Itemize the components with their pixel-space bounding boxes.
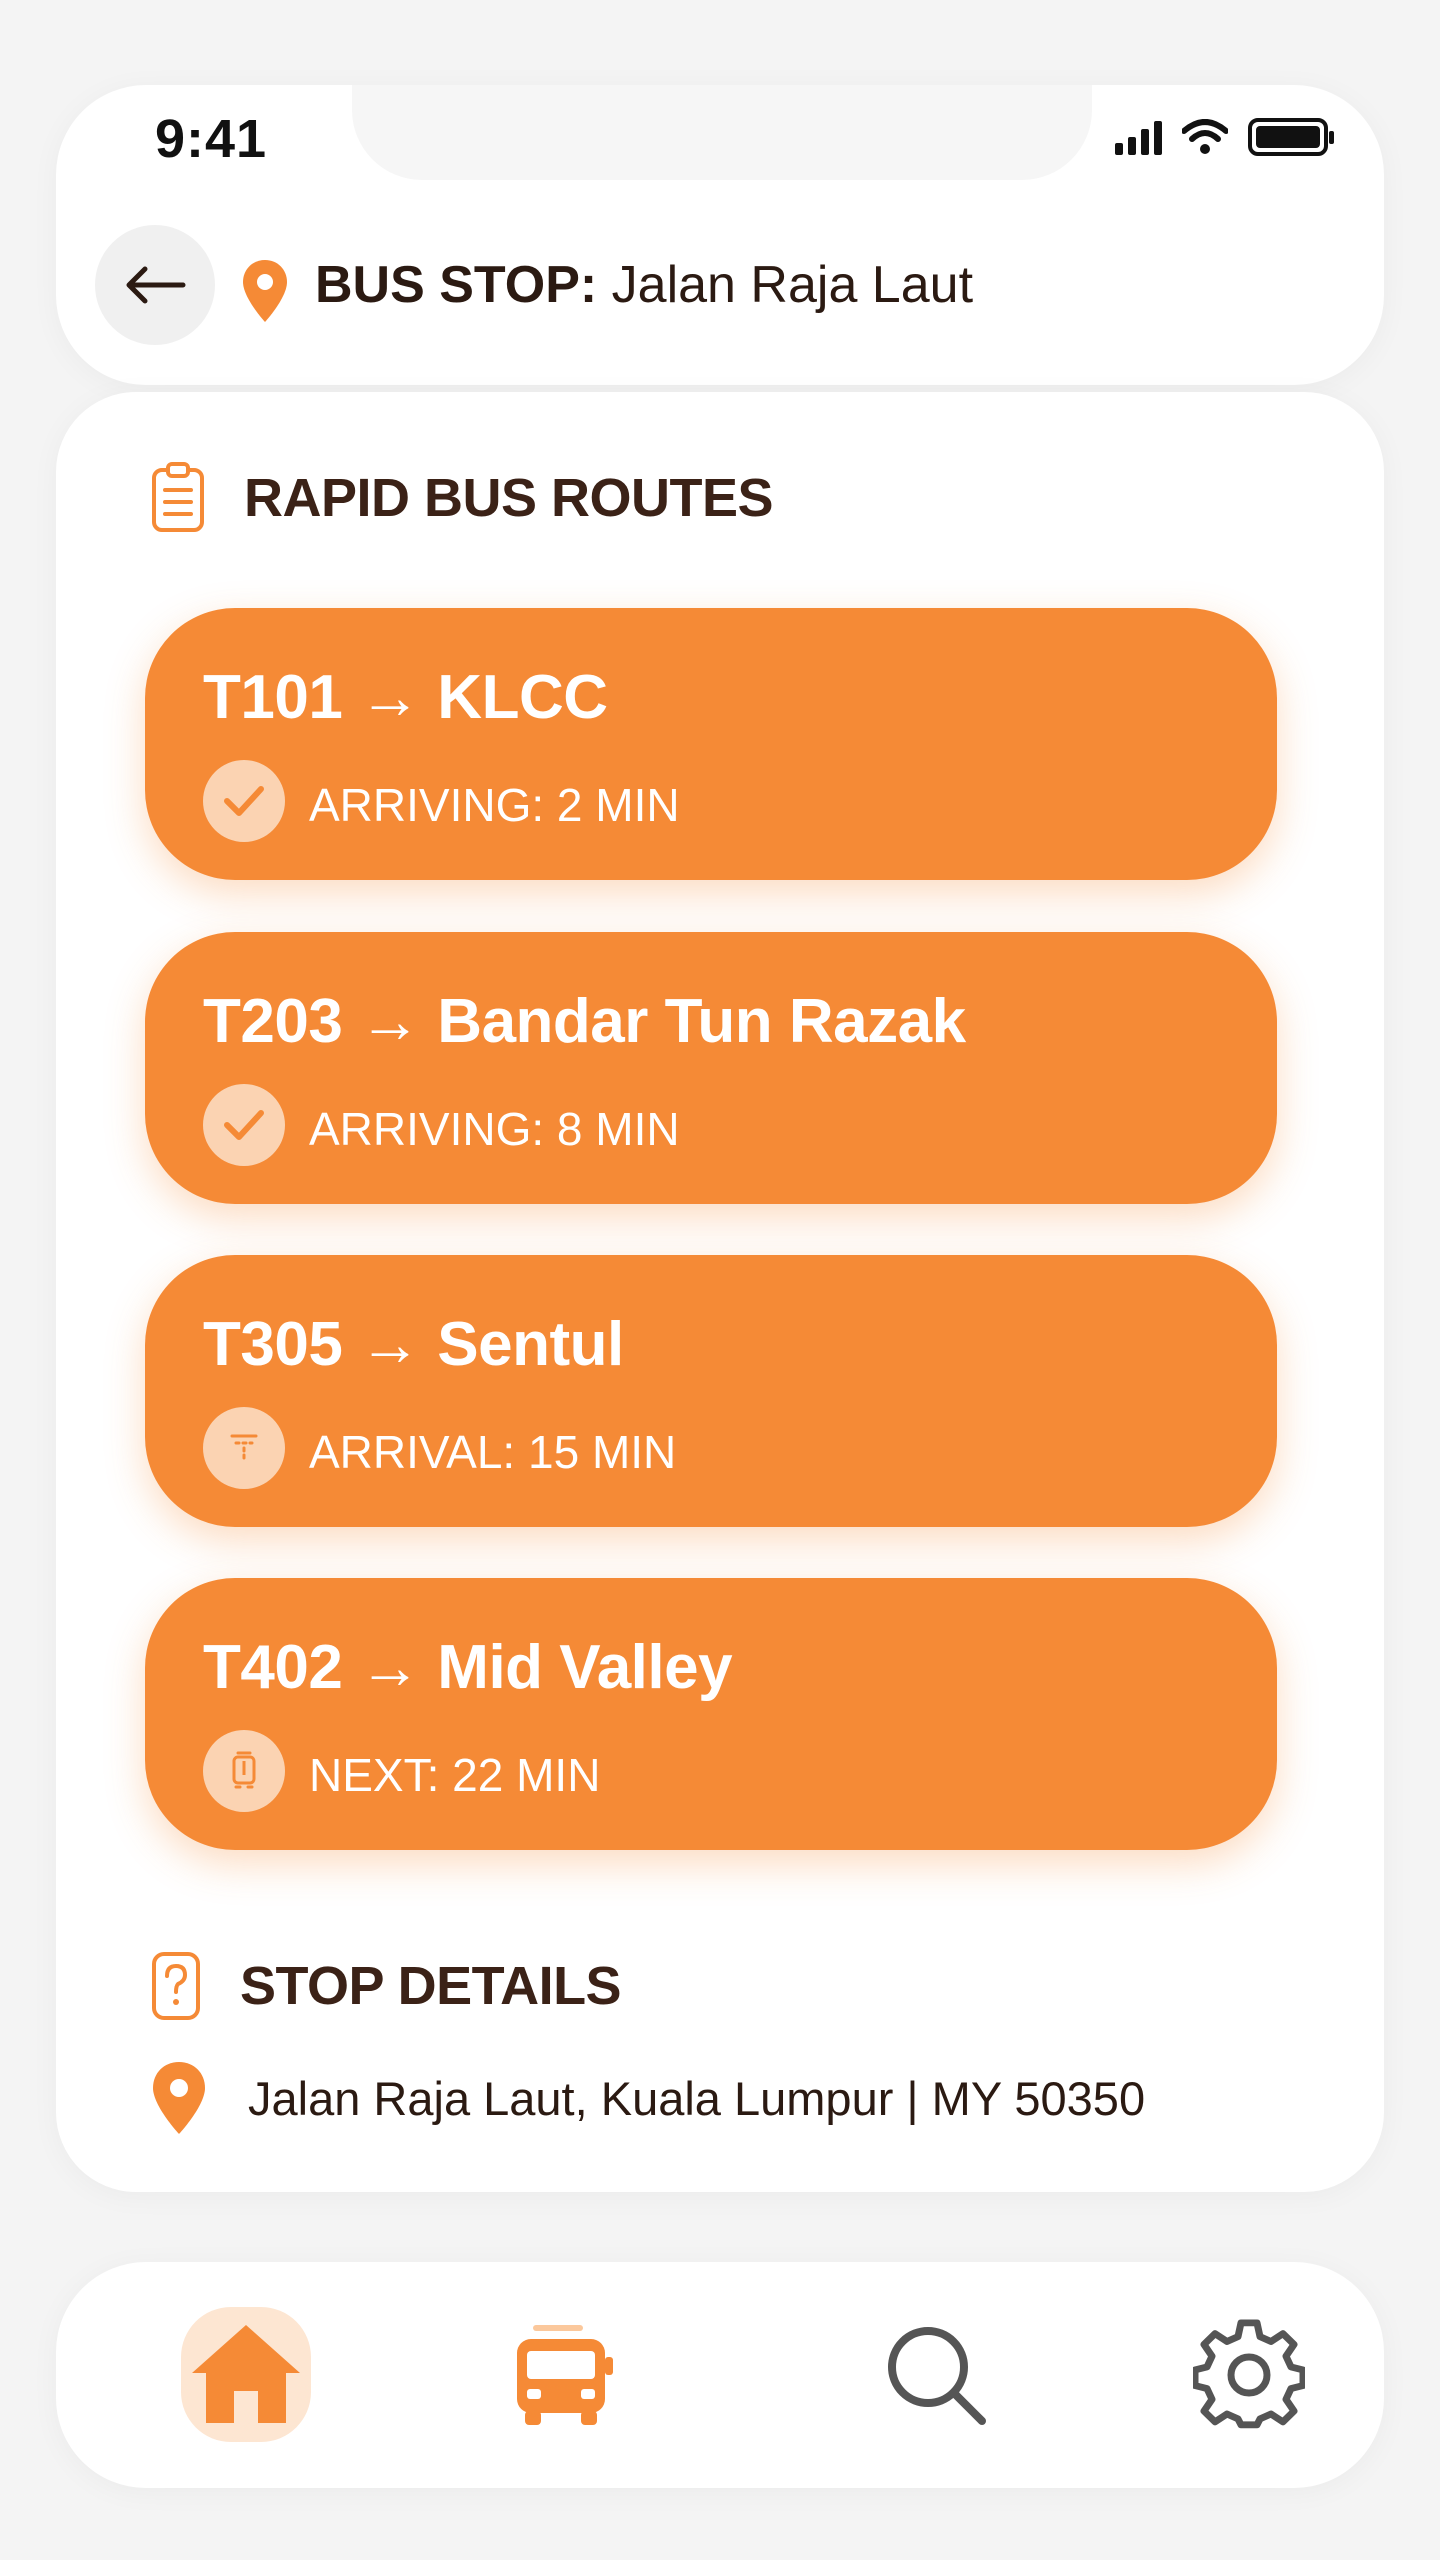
- route-arrow: →: [359, 663, 421, 732]
- bus-stop-screen: 9:41 BUS STOP: Jalan Raja Laut RAPID BUS…: [0, 0, 1440, 2560]
- route-card[interactable]: T203 → Bandar Tun Razak ARRIVING: 8 MIN: [145, 932, 1277, 1204]
- home-icon: [192, 2325, 300, 2423]
- route-arrival-status: ARRIVING: 8 MIN: [309, 1103, 680, 1155]
- back-button[interactable]: [95, 225, 215, 345]
- check-icon: [203, 760, 285, 842]
- nav-bus[interactable]: [483, 2262, 643, 2488]
- status-time: 9:41: [155, 109, 268, 169]
- bottom-navigation: [56, 2262, 1384, 2488]
- route-code: T305: [203, 1310, 343, 1379]
- details-section-title: STOP DETAILS: [240, 1956, 622, 2016]
- help-icon: [152, 1952, 200, 2020]
- bus-front-icon: [203, 1407, 285, 1489]
- route-title: T203 → Bandar Tun Razak: [203, 986, 966, 1057]
- signal-icon: [1115, 119, 1162, 155]
- wifi-icon: [1182, 119, 1228, 154]
- route-code: T402: [203, 1633, 343, 1702]
- bus-icon: [203, 1730, 285, 1812]
- route-card[interactable]: T101 → KLCC ARRIVING: 2 MIN: [145, 608, 1277, 880]
- route-card[interactable]: T402 → Mid Valley NEXT: 22 MIN: [145, 1578, 1277, 1850]
- arrow-left-icon: [126, 266, 186, 304]
- route-destination: KLCC: [437, 663, 608, 732]
- route-arrival-status: NEXT: 22 MIN: [309, 1749, 601, 1801]
- routes-section-header: RAPID BUS ROUTES: [150, 462, 774, 534]
- routes-section-title: RAPID BUS ROUTES: [244, 468, 774, 528]
- route-arrival-status: ARRIVAL: 15 MIN: [309, 1426, 677, 1478]
- route-title: T305 → Sentul: [203, 1309, 624, 1380]
- bus-icon: [517, 2325, 613, 2425]
- stop-address-row: Jalan Raja Laut, Kuala Lumpur | MY 50350: [150, 2060, 1145, 2136]
- search-icon: [888, 2327, 986, 2425]
- route-code: T203: [203, 987, 343, 1056]
- page-title: BUS STOP: Jalan Raja Laut: [315, 255, 973, 315]
- route-destination: Bandar Tun Razak: [437, 987, 966, 1056]
- route-card[interactable]: T305 → Sentul ARRIVAL: 15 MIN: [145, 1255, 1277, 1527]
- details-section-header: STOP DETAILS: [150, 1950, 622, 2022]
- route-code: T101: [203, 663, 343, 732]
- route-arrow: →: [359, 1633, 421, 1702]
- page-title-stop: Jalan Raja Laut: [611, 256, 974, 314]
- nav-search[interactable]: [856, 2262, 1016, 2488]
- route-destination: Sentul: [437, 1310, 624, 1379]
- page-title-prefix: BUS STOP:: [315, 256, 598, 314]
- route-arrow: →: [359, 987, 421, 1056]
- gear-icon: [1193, 2319, 1305, 2429]
- route-title: T101 → KLCC: [203, 662, 608, 733]
- clipboard-icon: [152, 462, 204, 532]
- route-title: T402 → Mid Valley: [203, 1632, 733, 1703]
- check-icon: [203, 1084, 285, 1166]
- nav-home[interactable]: [166, 2262, 326, 2488]
- battery-icon: [1248, 118, 1334, 156]
- device-notch: [352, 85, 1092, 180]
- location-pin-icon: [243, 260, 287, 322]
- status-icons: [1115, 118, 1334, 156]
- route-destination: Mid Valley: [437, 1633, 733, 1702]
- nav-settings[interactable]: [1169, 2262, 1329, 2488]
- route-arrow: →: [359, 1310, 421, 1379]
- route-arrival-status: ARRIVING: 2 MIN: [309, 779, 680, 831]
- location-pin-icon: [153, 2062, 205, 2134]
- stop-address: Jalan Raja Laut, Kuala Lumpur | MY 50350: [248, 2071, 1146, 2125]
